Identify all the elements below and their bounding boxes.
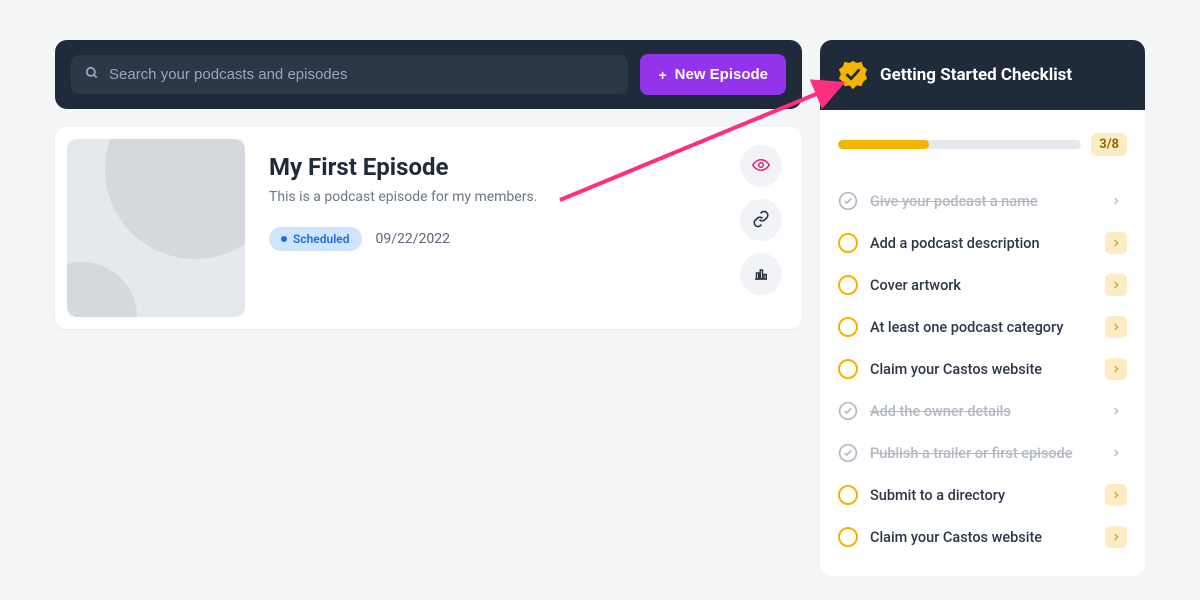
episode-description: This is a podcast episode for my members… bbox=[269, 189, 716, 205]
circle-icon bbox=[838, 317, 858, 337]
topbar: + New Episode bbox=[55, 40, 802, 109]
plus-icon: + bbox=[658, 67, 666, 83]
status-label: Scheduled bbox=[293, 232, 350, 246]
circle-icon bbox=[838, 527, 858, 547]
checklist-item[interactable]: Claim your Castos website bbox=[838, 348, 1127, 390]
stats-button[interactable] bbox=[740, 253, 782, 295]
progress-bar bbox=[838, 140, 1081, 149]
circle-icon bbox=[838, 485, 858, 505]
chevron-right-icon bbox=[1105, 442, 1127, 464]
circle-icon bbox=[838, 275, 858, 295]
checklist-item[interactable]: Claim your Castos website bbox=[838, 516, 1127, 558]
check-circle-icon bbox=[838, 401, 858, 421]
episode-title: My First Episode bbox=[269, 153, 716, 181]
episode-date: 09/22/2022 bbox=[376, 231, 451, 247]
new-episode-label: New Episode bbox=[675, 66, 768, 83]
episode-meta: Scheduled 09/22/2022 bbox=[269, 227, 716, 251]
checklist-item-label: At least one podcast category bbox=[870, 319, 1093, 336]
checklist-body: 3/8 Give your podcast a name Add a podcas… bbox=[820, 110, 1145, 576]
status-badge: Scheduled bbox=[269, 227, 362, 251]
checklist-header: Getting Started Checklist bbox=[820, 40, 1145, 110]
episode-actions bbox=[740, 139, 782, 295]
link-icon bbox=[752, 210, 770, 231]
progress-fill bbox=[838, 140, 929, 149]
check-circle-icon bbox=[838, 443, 858, 463]
link-button[interactable] bbox=[740, 199, 782, 241]
checklist-item[interactable]: Add the owner details bbox=[838, 390, 1127, 432]
checklist-item[interactable]: Submit to a directory bbox=[838, 474, 1127, 516]
progress-row: 3/8 bbox=[838, 133, 1127, 156]
episode-thumbnail bbox=[67, 139, 245, 317]
circle-icon bbox=[838, 233, 858, 253]
checklist-title: Getting Started Checklist bbox=[880, 65, 1072, 85]
checklist-item-label: Claim your Castos website bbox=[870, 529, 1093, 546]
eye-icon bbox=[752, 156, 770, 177]
checklist-panel: Getting Started Checklist 3/8 Give your … bbox=[820, 40, 1145, 560]
chevron-right-icon bbox=[1105, 358, 1127, 380]
search-input[interactable] bbox=[109, 66, 614, 83]
chevron-right-icon bbox=[1105, 190, 1127, 212]
chevron-right-icon bbox=[1105, 316, 1127, 338]
checklist-item[interactable]: Cover artwork bbox=[838, 264, 1127, 306]
status-dot-icon bbox=[281, 236, 287, 242]
check-circle-icon bbox=[838, 191, 858, 211]
checklist-item[interactable]: Give your podcast a name bbox=[838, 180, 1127, 222]
checklist-item[interactable]: Add a podcast description bbox=[838, 222, 1127, 264]
checklist-item-label: Claim your Castos website bbox=[870, 361, 1093, 378]
chevron-right-icon bbox=[1105, 526, 1127, 548]
episode-card[interactable]: My First Episode This is a podcast episo… bbox=[55, 127, 802, 329]
checklist-item-label: Add the owner details bbox=[870, 403, 1093, 420]
search-input-wrap[interactable] bbox=[71, 55, 628, 94]
view-button[interactable] bbox=[740, 145, 782, 187]
checklist-item-label: Cover artwork bbox=[870, 277, 1093, 294]
checklist-item-label: Give your podcast a name bbox=[870, 193, 1093, 210]
new-episode-button[interactable]: + New Episode bbox=[640, 54, 786, 95]
progress-count: 3/8 bbox=[1091, 133, 1127, 156]
chevron-right-icon bbox=[1105, 274, 1127, 296]
chevron-right-icon bbox=[1105, 400, 1127, 422]
episode-body: My First Episode This is a podcast episo… bbox=[269, 139, 716, 251]
checklist-item-label: Publish a trailer or first episode bbox=[870, 445, 1093, 462]
checklist-item[interactable]: At least one podcast category bbox=[838, 306, 1127, 348]
checklist-item[interactable]: Publish a trailer or first episode bbox=[838, 432, 1127, 474]
search-icon bbox=[85, 65, 99, 84]
checklist-item-label: Add a podcast description bbox=[870, 235, 1093, 252]
chevron-right-icon bbox=[1105, 232, 1127, 254]
badge-icon bbox=[838, 60, 868, 90]
checklist-item-label: Submit to a directory bbox=[870, 487, 1093, 504]
bar-chart-icon bbox=[752, 264, 770, 285]
circle-icon bbox=[838, 359, 858, 379]
chevron-right-icon bbox=[1105, 484, 1127, 506]
